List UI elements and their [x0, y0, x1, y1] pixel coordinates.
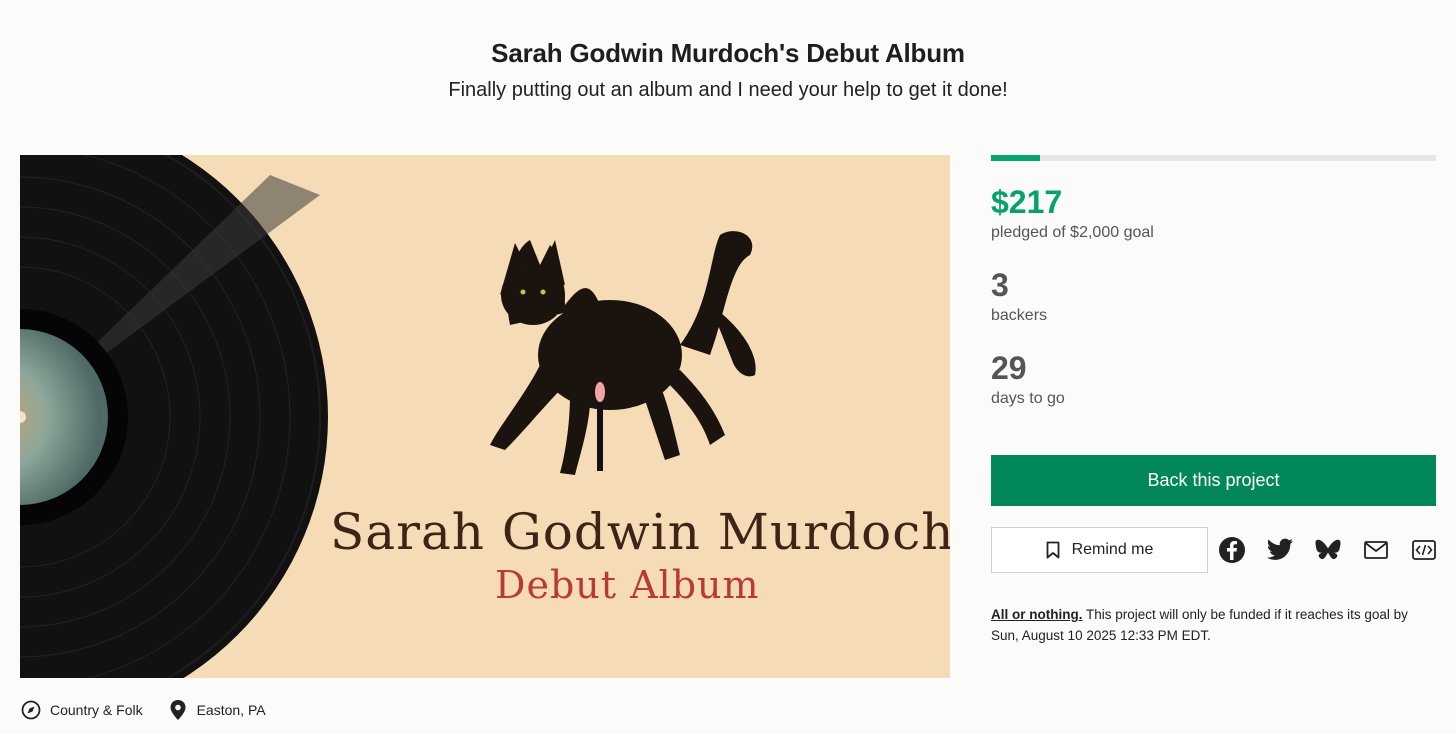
project-hero-image[interactable]: Sarah Godwin Murdoch Debut Album [20, 155, 950, 678]
project-blurb: Finally putting out an album and I need … [448, 79, 1008, 101]
pledged-label: pledged of $2,000 goal [991, 224, 1154, 241]
facebook-icon[interactable] [1217, 535, 1247, 565]
category-label: Country & Folk [50, 702, 143, 718]
pledged-amount: $217 [991, 184, 1063, 220]
twitter-icon[interactable] [1265, 535, 1295, 565]
album-artwork: Sarah Godwin Murdoch Debut Album [20, 155, 950, 678]
share-icons [1217, 535, 1456, 565]
remind-me-label: Remind me [1071, 541, 1154, 558]
category-link[interactable]: Country & Folk [20, 699, 143, 721]
artwork-album-name: Debut Album [495, 563, 760, 607]
days-remaining-count: 29 [991, 350, 1027, 386]
remind-me-button[interactable]: Remind me [991, 527, 1208, 573]
funding-progress-fill [991, 155, 1040, 161]
location-link[interactable]: Easton, PA [167, 699, 266, 721]
compass-icon [20, 699, 42, 721]
location-pin-icon [167, 699, 189, 721]
funding-sidebar: $217 pledged of $2,000 goal 3 backers 29… [991, 155, 1436, 643]
all-or-nothing-link[interactable]: All or nothing. [991, 607, 1082, 622]
bluesky-icon[interactable] [1313, 535, 1343, 565]
funding-progress-bar [991, 155, 1436, 161]
project-meta: Country & Folk Easton, PA [20, 690, 290, 730]
page-title: Sarah Godwin Murdoch's Debut Album [491, 38, 965, 68]
project-header: Sarah Godwin Murdoch's Debut Album Final… [0, 38, 1456, 102]
funding-terms: All or nothing. This project will only b… [991, 604, 1436, 646]
email-icon[interactable] [1361, 535, 1391, 565]
bookmark-icon [1046, 541, 1060, 559]
back-project-button[interactable]: Back this project [991, 455, 1436, 506]
backers-count: 3 [991, 267, 1009, 303]
days-remaining-label: days to go [991, 390, 1065, 407]
location-label: Easton, PA [196, 702, 266, 718]
embed-icon[interactable] [1409, 535, 1439, 565]
artwork-artist-name: Sarah Godwin Murdoch [330, 503, 950, 561]
backers-label: backers [991, 307, 1048, 324]
